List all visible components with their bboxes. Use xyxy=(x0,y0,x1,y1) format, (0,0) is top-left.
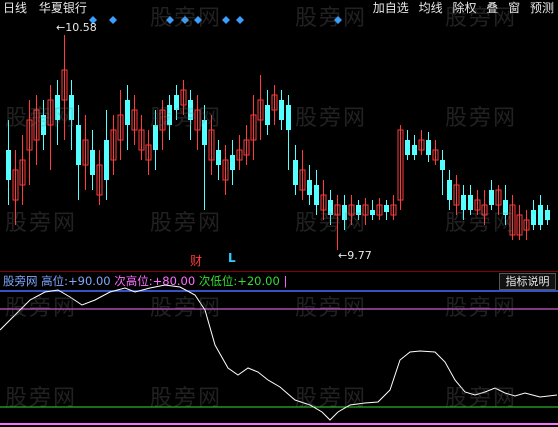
stock-name[interactable]: 华夏银行 xyxy=(39,1,87,15)
candle-body xyxy=(286,105,291,130)
watermark-text: 股旁网 xyxy=(150,106,223,131)
candle-body xyxy=(279,100,284,120)
legend-high-value: +90.00 xyxy=(68,274,111,288)
watermark-text: 股旁网 xyxy=(5,386,78,411)
candle-body xyxy=(545,210,550,220)
candle-body xyxy=(104,140,109,180)
indicator-legend: 股旁网 高位:+90.00 次高位:+80.00 次低位:+20.00 | xyxy=(3,274,287,288)
candle-body xyxy=(384,205,389,212)
forecast-button[interactable]: 预测 xyxy=(530,1,554,15)
high-price-label: ←10.58 xyxy=(56,21,97,34)
legend-second-low-label: 次低位: xyxy=(198,274,238,288)
candle-body xyxy=(440,160,445,170)
watermark-text: 股旁网 xyxy=(445,106,518,131)
watermark-text: 股旁网 xyxy=(5,211,78,236)
watermark-text: 股旁网 xyxy=(295,106,368,131)
candle-body xyxy=(447,180,452,200)
candle-body xyxy=(125,100,130,125)
candle-body xyxy=(489,190,494,205)
add-watchlist-button[interactable]: 加自选 xyxy=(373,1,409,15)
watermark-text: 股旁网 xyxy=(150,296,223,321)
candle-body xyxy=(314,185,319,205)
watermark-text: 股旁网 xyxy=(295,211,368,236)
watermark-text: 股旁网 xyxy=(150,6,223,31)
l-marker[interactable]: L xyxy=(228,251,236,265)
candle-body xyxy=(265,105,270,125)
finance-marker[interactable]: 财 xyxy=(190,252,202,269)
candle-body xyxy=(307,180,312,195)
watermark-text: 股旁网 xyxy=(150,386,223,411)
candle-body xyxy=(90,150,95,175)
indicator-name[interactable]: 股旁网 xyxy=(3,274,38,288)
watermark-text: 股旁网 xyxy=(295,6,368,31)
candle-body xyxy=(230,155,235,170)
candle-body xyxy=(426,140,431,155)
low-price-value: 9.77 xyxy=(347,249,372,262)
watermark-text: 股旁网 xyxy=(5,296,78,321)
watermark-text: 股旁网 xyxy=(5,106,78,131)
period-label[interactable]: 日线 xyxy=(3,1,27,15)
legend-second-high-label: 次高位: xyxy=(114,274,153,288)
legend-second-high-value: +80.00 xyxy=(152,274,196,288)
watermark-text: 股旁网 xyxy=(445,211,518,236)
candle-body xyxy=(216,150,221,165)
indicator-help-button[interactable]: 指标说明 xyxy=(499,273,556,290)
low-price-label: ←9.77 xyxy=(338,249,372,262)
watermark-text: 股旁网 xyxy=(445,296,518,321)
candle-body xyxy=(293,160,298,185)
moving-average-button[interactable]: 均线 xyxy=(419,1,443,15)
candle-body xyxy=(531,210,536,225)
watermark-text: 股旁网 xyxy=(445,386,518,411)
watermark-text: 股旁网 xyxy=(295,386,368,411)
panel-divider xyxy=(0,271,558,272)
candle-body xyxy=(6,150,11,180)
candle-body xyxy=(412,145,417,155)
watermark-text: 股旁网 xyxy=(295,296,368,321)
watermark-text: 股旁网 xyxy=(445,6,518,31)
candle-body xyxy=(370,210,375,215)
candle-body xyxy=(405,140,410,155)
high-price-value: 10.58 xyxy=(65,21,97,34)
candle-body xyxy=(538,205,543,225)
legend-high-label: 高位: xyxy=(41,274,69,288)
watermark-text: 股旁网 xyxy=(150,211,223,236)
legend-end-mark: | xyxy=(283,274,288,288)
legend-second-low-value: +20.00 xyxy=(237,274,280,288)
